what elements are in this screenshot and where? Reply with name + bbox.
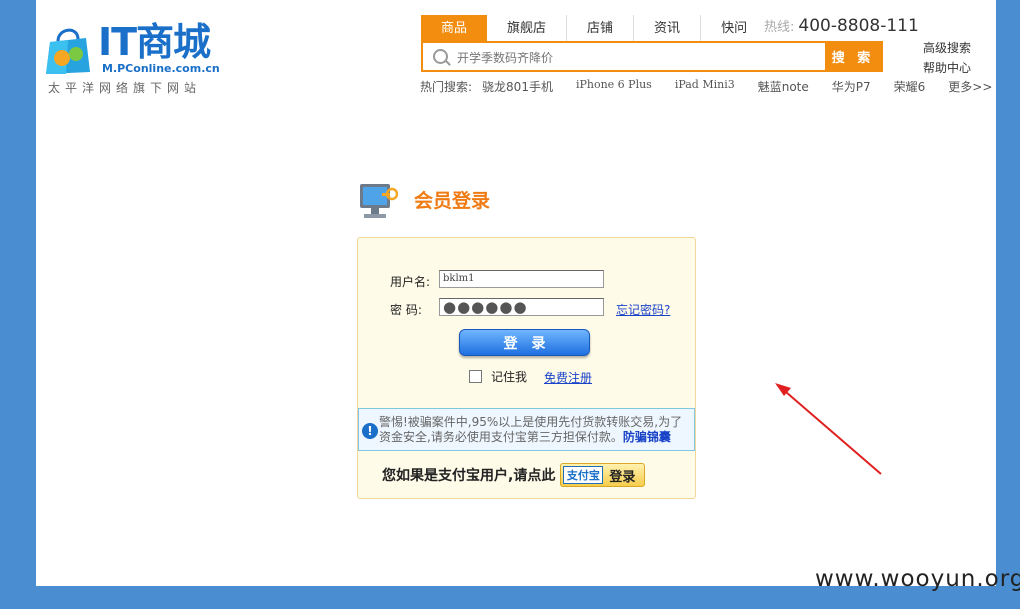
monitor-icon [360,184,398,218]
alipay-row: 您如果是支付宝用户,请点此 支付宝 登录 [382,463,646,487]
register-link[interactable]: 免费注册 [544,369,592,386]
tab-shops[interactable]: 店铺 [567,15,635,41]
search-box: 搜 索 [421,41,883,72]
login-panel: 用户名: bklm1 密 码: ●●●●●● 忘记密码? 登录 记住我 免费注册… [357,237,696,499]
hotline-label: 热线: [764,20,795,35]
remember-checkbox[interactable] [469,370,482,383]
logo-slogan: 太平洋网络旗下网站 [48,81,202,95]
logo-title: IT商城 [98,20,211,64]
logo[interactable]: IT商城 M.PConline.com.cn 太平洋网络旗下网站 [42,18,222,98]
hot-search-item[interactable]: 荣耀6 [894,78,926,95]
alipay-login-label: 登录 [609,469,636,485]
alipay-prompt: 您如果是支付宝用户,请点此 [382,468,556,484]
warning-text: 警惕!被骗案件中,95%以上是使用先付货款转账交易,为了资金安全,请务必使用支付… [379,415,693,445]
help-center-link[interactable]: 帮助中心 [923,58,971,78]
login-button[interactable]: 登录 [459,329,590,356]
tab-quick-ask[interactable]: 快问 [701,15,767,41]
red-arrow-annotation [775,383,882,475]
search-input[interactable] [455,47,819,68]
forgot-password-link[interactable]: 忘记密码? [616,301,670,318]
alipay-logo-icon: 支付宝 [563,466,604,484]
hot-search-item[interactable]: 华为P7 [832,78,871,95]
search-icon [433,49,448,64]
hotline: 热线: 400-8808-111 [764,16,919,36]
tab-flagship[interactable]: 旗舰店 [487,15,568,41]
remember-label: 记住我 [491,370,528,384]
alipay-login-button[interactable]: 支付宝 登录 [560,463,646,487]
hot-search-more[interactable]: 更多>> [948,78,992,95]
watermark: www.wooyun.org [815,566,1020,592]
password-label: 密 码: [390,303,422,317]
hot-search-item[interactable]: 骁龙801手机 [482,78,553,95]
side-links: 高级搜索 帮助中心 [923,38,971,78]
hot-search-label: 热门搜索: [420,80,473,94]
remember-me[interactable]: 记住我 [469,368,527,385]
login-title: 会员登录 [414,190,491,212]
fraud-warning: ! 警惕!被骗案件中,95%以上是使用先付货款转账交易,为了资金安全,请务必使用… [358,408,695,451]
tab-news[interactable]: 资讯 [634,15,702,41]
username-field[interactable]: bklm1 [439,270,604,288]
search-button[interactable]: 搜 索 [825,43,881,70]
hot-search-item[interactable]: iPhone 6 Plus [576,78,652,95]
hot-search-item[interactable]: 魅蓝note [758,78,809,95]
login-heading: 会员登录 [358,182,508,222]
tab-products[interactable]: 商品 [421,15,488,41]
page: IT商城 M.PConline.com.cn 太平洋网络旗下网站 商品 旗舰店 … [36,0,996,586]
anti-fraud-link[interactable]: 防骗锦囊 [623,430,671,444]
top-nav: 商品 旗舰店 店铺 资讯 快问 [421,15,767,41]
info-icon: ! [362,423,378,439]
hotline-number: 400-8808-111 [798,16,919,36]
logo-subtitle: M.PConline.com.cn [102,62,220,75]
advanced-search-link[interactable]: 高级搜索 [923,38,971,58]
shopping-bag-icon [46,28,90,74]
hot-search: 热门搜索: 骁龙801手机 iPhone 6 Plus iPad Mini3 魅… [420,78,992,95]
password-field[interactable]: ●●●●●● [439,298,604,316]
hot-search-item[interactable]: iPad Mini3 [675,78,735,95]
username-label: 用户名: [390,275,431,289]
